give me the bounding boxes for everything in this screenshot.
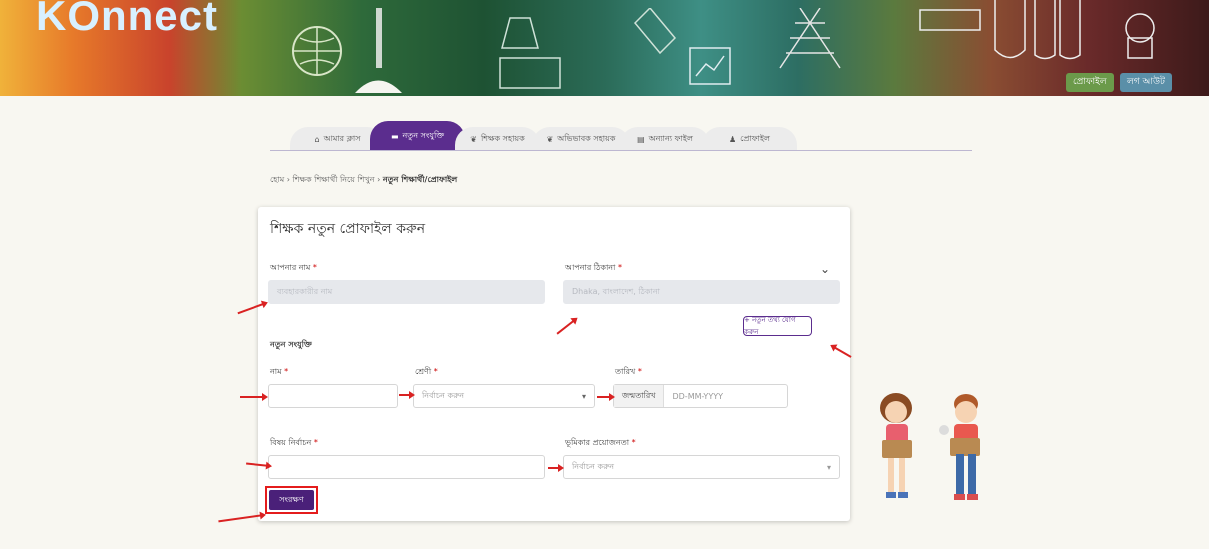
category-select-value: নির্বাচন করুন [422,390,464,400]
need-select[interactable]: নির্বাচন করুন ▾ [563,455,840,479]
subject-label: বিষয় নির্বাচন * [270,438,318,447]
save-button-highlight: সংরক্ষণ [265,486,318,514]
lab-flasks-illustration [919,0,1155,60]
annotation-arrow [548,464,564,472]
doc-icon: ▤ [637,134,645,144]
collapse-chevron-icon[interactable]: ⌄ [820,262,830,276]
annotation-arrow [597,393,615,401]
breadcrumb-home[interactable]: হোম [270,175,284,184]
tab-profile[interactable]: ♟ প্রোফাইল [702,127,797,151]
address-field[interactable]: Dhaka, বাংলাদেশ, ঠিকানা [563,280,840,304]
need-label: ভূমিকার প্রয়োজনতা * [565,438,636,447]
student-name-label: নাম * [270,367,289,376]
breadcrumb-section[interactable]: শিক্ষক শিক্ষার্থী নিয়ে শিখুন [293,175,375,184]
profile-button[interactable]: প্রোফাইল [1066,73,1114,92]
save-button[interactable]: সংরক্ষণ [269,490,314,510]
main-tabs: ⌂ আমার ক্লাস ▬ নতুন সংযুক্তি ❦ শিক্ষক সহ… [270,121,970,151]
tab-divider [270,150,972,151]
banner-illustration [292,8,841,93]
book-icon: ▬ [390,131,399,141]
date-prefix: জন্মতারিখ [614,385,665,407]
annotation-arrow [240,393,268,401]
breadcrumb: হোম › শিক্ষক শিক্ষার্থী নিয়ে শিখুন › নত… [270,174,457,187]
leaf-icon: ❦ [546,134,554,144]
category-label: শ্রেণী * [415,367,438,376]
tab-teacher-help[interactable]: ❦ শিক্ষক সহায়ক [455,127,540,151]
user-icon: ♟ [729,134,737,144]
date-input[interactable]: জন্মতারিখ DD-MM-YYYY [613,384,788,408]
student-name-input[interactable] [268,384,398,408]
chevron-down-icon: ▾ [581,391,586,401]
tab-label: অন্যান্য ফাইল [648,133,693,143]
tab-new-attachment[interactable]: ▬ নতুন সংযুক্তি [370,121,465,151]
header-banner: KOnnect প্রোফাইল লগ আউট [0,0,1209,96]
kids-illustration [880,393,980,500]
leaf-icon: ❦ [470,134,477,144]
tab-parent-help[interactable]: ❦ অভিভাবক সহায়ক [532,127,630,151]
tab-label: শিক্ষক সহায়ক [480,133,525,143]
need-select-value: নির্বাচন করুন [572,461,614,471]
add-info-button[interactable]: + নতুন তথ্য যোগ করুন [743,316,812,336]
breadcrumb-current: নতুন শিক্ষার্থী/প্রোফাইল [382,175,458,184]
date-label: তারিখ * [615,367,642,376]
chevron-down-icon: ▾ [826,462,831,472]
tab-label: প্রোফাইল [740,133,770,143]
logout-button[interactable]: লগ আউট [1120,73,1172,92]
tab-other-files[interactable]: ▤ অন্যান্য ফাইল [620,127,710,151]
date-placeholder: DD-MM-YYYY [672,391,723,401]
subject-input[interactable] [268,455,545,479]
tab-label: অভিভাবক সহায়ক [557,133,616,143]
app-logo: KOnnect [36,0,219,39]
section-label: নতুন সংযুক্তি [270,340,312,349]
address-field-label: আপনার ঠিকানা * [565,263,622,272]
form-title: শিক্ষক নতুন প্রোফাইল করুন [270,221,426,237]
tab-label: আমার ক্লাস [323,133,361,143]
name-field-label: আপনার নাম * [270,263,317,272]
name-field[interactable]: ব্যবহারকারীর নাম [268,280,545,304]
category-select[interactable]: নির্বাচন করুন ▾ [413,384,595,408]
tab-label: নতুন সংযুক্তি [402,130,445,140]
home-icon: ⌂ [314,134,320,144]
annotation-arrow [399,391,415,399]
